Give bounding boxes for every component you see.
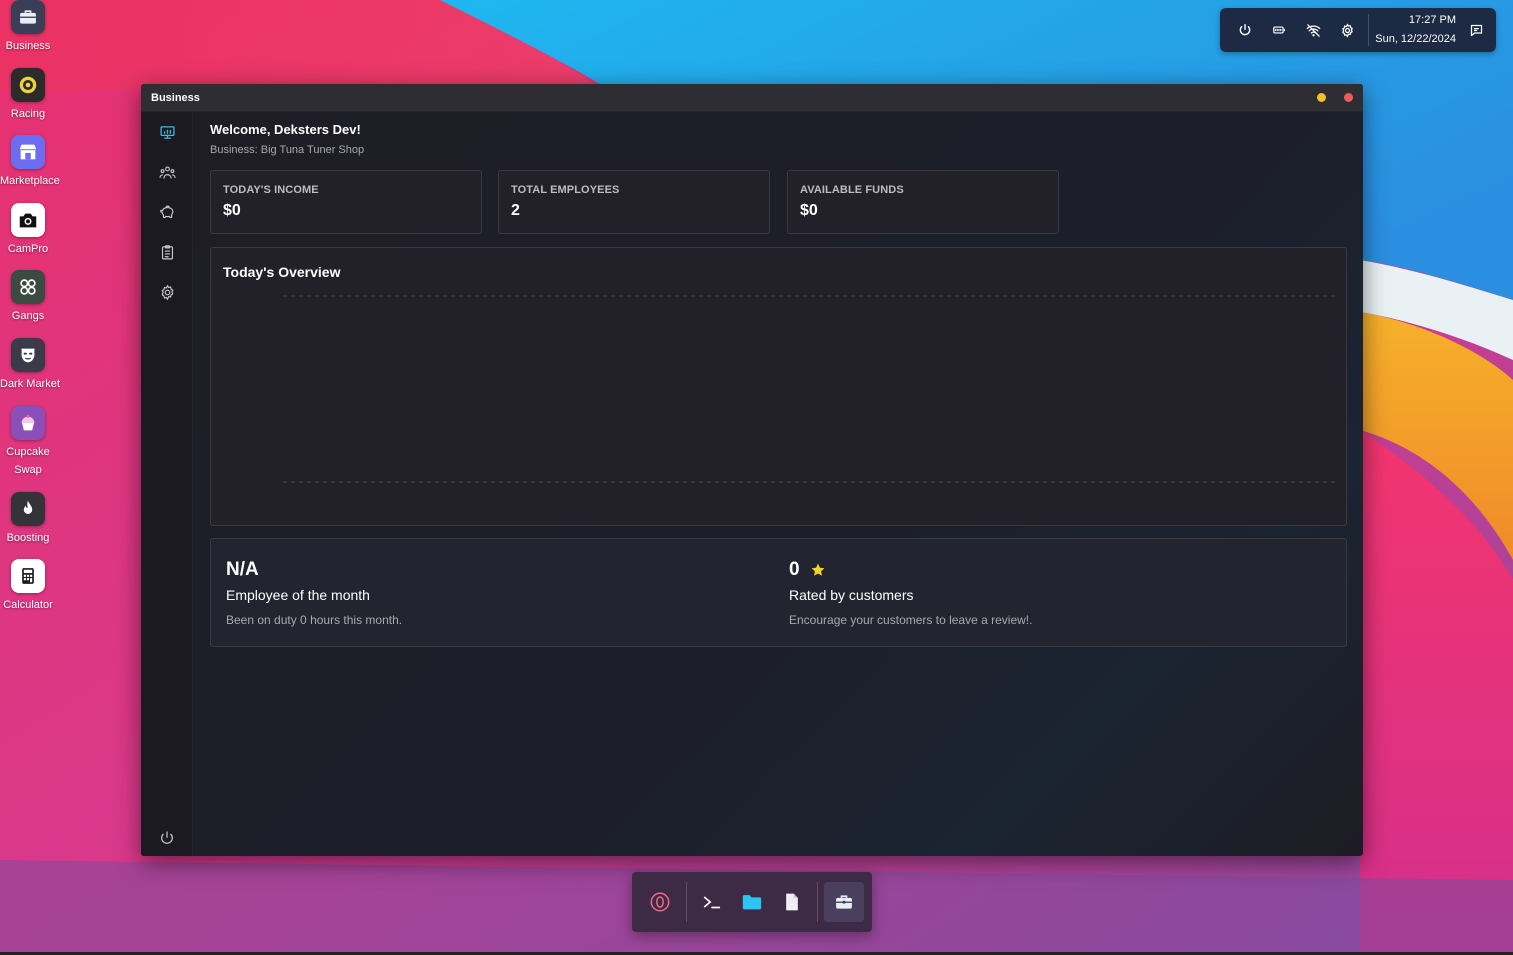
system-tray: 17:27 PM Sun, 12/22/2024 [1220, 8, 1496, 52]
desktop-icon-label: CamPro [7, 243, 49, 255]
gangs-icon [11, 270, 45, 304]
clipboard-icon [161, 244, 173, 259]
desktop-icon-gangs[interactable]: Gangs [0, 270, 56, 325]
briefcase-icon[interactable] [824, 882, 865, 922]
app-sidebar [141, 112, 193, 856]
file-icon[interactable] [772, 882, 812, 922]
desktop-icon-label: Marketplace [0, 175, 60, 187]
desktop-icon-dark-market[interactable]: Dark Market [0, 338, 60, 393]
window-titlebar[interactable]: Business [141, 84, 1363, 112]
flame-icon [11, 492, 45, 526]
rating-title: Rated by customers [789, 587, 914, 603]
desktop-icon-business[interactable]: Business [0, 0, 56, 55]
dashboard-icon [159, 125, 175, 139]
cupcake-icon [11, 406, 45, 440]
calculator-icon [11, 559, 45, 593]
store-icon [11, 135, 45, 169]
piggy-bank-icon [159, 205, 173, 218]
desktop-icon-racing[interactable]: Racing [0, 68, 56, 123]
employees-icon [158, 166, 176, 179]
desktop-icon-marketplace[interactable]: Marketplace [0, 135, 60, 190]
taskbar-dock [632, 872, 872, 932]
tray-divider [1368, 14, 1369, 46]
close-button[interactable] [1344, 93, 1353, 102]
desktop-icon-label: Cupcake Swap [6, 446, 50, 476]
customer-rating: 0 Rated by customers Encourage your cust… [789, 559, 1032, 627]
mask-icon [11, 338, 45, 372]
stat-value: $0 [223, 202, 241, 219]
desktop-icon-boosting[interactable]: Boosting [0, 492, 56, 547]
overview-chart [283, 295, 1335, 483]
business-app-window: Business Welcome, Deksters Dev! Business… [141, 84, 1363, 856]
settings-icon [161, 284, 173, 300]
stat-card-employees: Total Employees 2 [498, 170, 770, 234]
rating-value: 0 [789, 559, 800, 580]
clock-time: 17:27 PM [1408, 14, 1456, 26]
stat-label: Today's Income [223, 184, 319, 196]
overview-title: Today's Overview [223, 264, 341, 280]
desktop-icon-label: Boosting [6, 532, 50, 544]
star-icon [811, 563, 824, 576]
employee-of-month-value: N/A [226, 559, 259, 580]
desktop-icon-campro[interactable]: CamPro [0, 203, 56, 258]
nav-settings[interactable] [141, 272, 193, 312]
power-icon [161, 831, 173, 844]
nav-power[interactable] [141, 818, 193, 856]
stat-card-funds: Available Funds $0 [787, 170, 1059, 234]
employee-of-month-desc: Been on duty 0 hours this month. [226, 613, 403, 627]
desktop-icon-cupcake-swap[interactable]: Cupcake Swap [0, 406, 56, 479]
desktop-icon-label: Business [5, 40, 51, 52]
desktop-icon-calculator[interactable]: Calculator [0, 559, 56, 614]
nav-tasks[interactable] [141, 232, 193, 272]
folder-icon[interactable] [732, 882, 772, 922]
desktop-icon-label: Racing [10, 108, 46, 120]
stat-value: 2 [511, 202, 520, 219]
minimize-button[interactable] [1317, 93, 1326, 102]
desktop-icon-label: Dark Market [0, 378, 60, 390]
desktop-icon-label: Calculator [3, 599, 53, 611]
power-icon[interactable] [1228, 8, 1262, 52]
briefcase-icon [11, 0, 45, 34]
stat-label: Total Employees [511, 184, 620, 196]
dock-divider [817, 882, 819, 922]
stat-value: $0 [800, 202, 818, 219]
dashboard-content: Welcome, Deksters Dev! Business: Big Tun… [210, 112, 1347, 856]
rating-row: 0 [789, 559, 1032, 581]
employee-of-month-title: Employee of the month [226, 587, 370, 603]
terminal-icon[interactable] [693, 882, 733, 922]
summary-panel: N/A Employee of the month Been on duty 0… [210, 538, 1347, 647]
clock-date: Sun, 12/22/2024 [1375, 33, 1456, 45]
nav-finances[interactable] [141, 192, 193, 232]
employee-of-month: N/A Employee of the month Been on duty 0… [226, 559, 402, 627]
stat-card-income: Today's Income $0 [210, 170, 482, 234]
nav-dashboard[interactable] [141, 112, 193, 152]
stat-label: Available Funds [800, 184, 904, 196]
message-icon[interactable] [1464, 8, 1488, 52]
battery-icon[interactable] [1262, 8, 1296, 52]
camera-icon [11, 203, 45, 237]
racing-badge-icon [11, 68, 45, 102]
zero-circle-icon[interactable] [640, 882, 680, 922]
desktop-icon-label: Gangs [11, 310, 45, 322]
welcome-heading: Welcome, Deksters Dev! [210, 122, 361, 137]
business-name: Business: Big Tuna Tuner Shop [210, 144, 365, 156]
rating-desc: Encourage your customers to leave a revi… [789, 613, 1033, 627]
gear-icon[interactable] [1330, 8, 1364, 52]
clock[interactable]: 17:27 PM Sun, 12/22/2024 [1373, 11, 1464, 49]
dock-divider [685, 882, 687, 922]
window-title: Business [151, 91, 200, 104]
todays-overview-panel: Today's Overview [210, 247, 1347, 526]
wifi-off-icon[interactable] [1296, 8, 1330, 52]
nav-employees[interactable] [141, 152, 193, 192]
